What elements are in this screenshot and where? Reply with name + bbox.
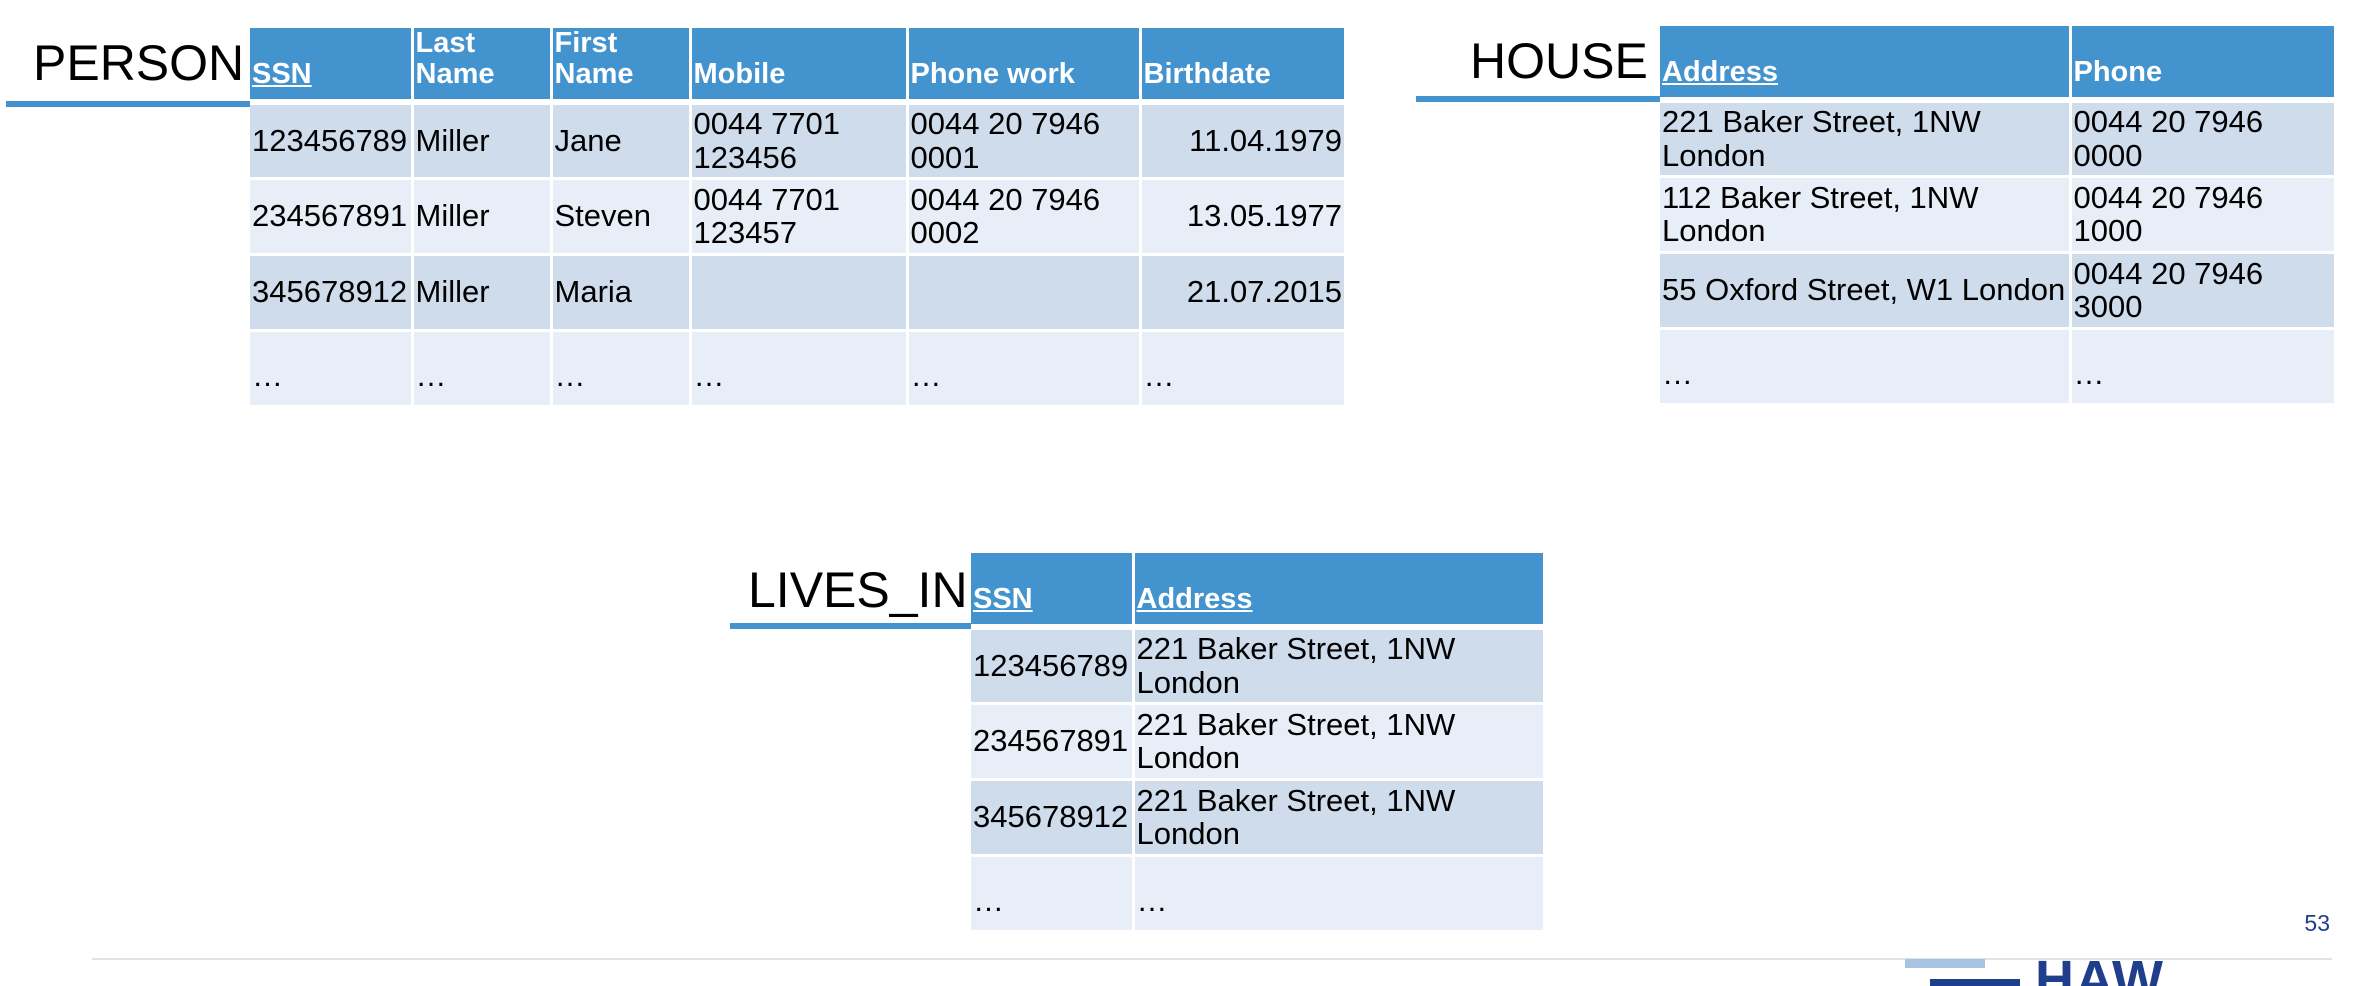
lives-in-cell: … [971,855,1135,933]
lives-in-table: SSN Address 123456789 221 Baker Street, … [971,553,1543,933]
lives-in-cell: 234567891 [971,703,1135,781]
person-title: PERSON [33,35,245,91]
person-title-rule [6,101,250,107]
person-header-first-name: First Name [551,28,692,105]
lives-in-cell: 221 Baker Street, 1NW London [1133,627,1543,705]
person-cell: Miller [412,102,553,180]
person-cell: … [250,330,414,408]
house-header-phone: Phone [2070,26,2334,103]
lives-in-cell: 221 Baker Street, 1NW London [1133,703,1543,781]
person-cell: 345678912 [250,254,414,332]
house-header-row: Address Phone [1660,26,2334,103]
person-cell: … [907,330,1142,408]
person-cell: Steven [551,178,692,256]
logo-text: HAW [2035,955,2164,986]
person-cell: 21.07.2015 [1140,254,1344,332]
person-cell: 13.05.1977 [1140,178,1344,256]
house-cell: 112 Baker Street, 1NW London [1660,176,2072,254]
person-cell: 0044 20 7946 0001 [907,102,1142,180]
person-cell: Maria [551,254,692,332]
house-title-rule [1416,96,1660,102]
house-title: HOUSE [1470,33,1648,89]
person-header-row: SSN Last Name First Name Mobile Phone wo… [250,28,1344,105]
lives-in-header-address: Address [1133,553,1543,630]
house-header-address: Address [1660,26,2072,103]
house-cell: 221 Baker Street, 1NW London [1660,100,2072,178]
person-cell: Jane [551,102,692,180]
person-cell: … [1140,330,1344,408]
lives-in-title: LIVES_IN [748,562,968,618]
house-table: Address Phone 221 Baker Street, 1NW Lond… [1660,26,2334,406]
table-row: … … [971,855,1543,933]
table-row: 221 Baker Street, 1NW London 0044 20 794… [1660,100,2334,178]
lives-in-cell: 221 Baker Street, 1NW London [1133,779,1543,857]
person-cell: 123456789 [250,102,414,180]
person-header-birthdate: Birthdate [1140,28,1344,105]
person-cell: Miller [412,254,553,332]
person-cell: … [690,330,909,408]
house-cell: … [2070,328,2334,406]
lives-in-cell: 345678912 [971,779,1135,857]
person-header-phone-work: Phone work [907,28,1142,105]
table-row: 123456789 221 Baker Street, 1NW London [971,627,1543,705]
haw-logo: HAW [1905,955,2185,986]
house-cell: 55 Oxford Street, W1 London [1660,252,2072,330]
table-row: 123456789 Miller Jane 0044 7701 123456 0… [250,102,1344,180]
table-row: 345678912 Miller Maria 21.07.2015 [250,254,1344,332]
house-cell: 0044 20 7946 1000 [2070,176,2334,254]
lives-in-cell: … [1133,855,1543,933]
person-cell [907,254,1142,332]
lives-in-title-rule [730,623,971,629]
table-row: 234567891 Miller Steven 0044 7701 123457… [250,178,1344,256]
house-cell: 0044 20 7946 3000 [2070,252,2334,330]
lives-in-header-row: SSN Address [971,553,1543,630]
lives-in-header-ssn: SSN [971,553,1135,630]
person-header-last-name: Last Name [412,28,553,105]
person-header-mobile: Mobile [690,28,909,105]
lives-in-cell: 123456789 [971,627,1135,705]
slide: PERSON SSN Last Name First Name Mobile P… [0,0,2370,986]
table-row: 55 Oxford Street, W1 London 0044 20 7946… [1660,252,2334,330]
house-cell: … [1660,328,2072,406]
table-row: 234567891 221 Baker Street, 1NW London [971,703,1543,781]
table-row: 112 Baker Street, 1NW London 0044 20 794… [1660,176,2334,254]
logo-bar-light [1905,959,1985,968]
person-cell [690,254,909,332]
table-row: 345678912 221 Baker Street, 1NW London [971,779,1543,857]
person-cell: 234567891 [250,178,414,256]
table-row: … … … … … … [250,330,1344,408]
house-cell: 0044 20 7946 0000 [2070,100,2334,178]
person-header-ssn: SSN [250,28,414,105]
person-cell: 11.04.1979 [1140,102,1344,180]
table-row: … … [1660,328,2334,406]
person-cell: 0044 7701 123456 [690,102,909,180]
person-cell: 0044 7701 123457 [690,178,909,256]
person-cell: 0044 20 7946 0002 [907,178,1142,256]
person-table: SSN Last Name First Name Mobile Phone wo… [250,28,1344,408]
page-number: 53 [2304,910,2330,936]
logo-bar-dark [1930,979,2020,986]
person-cell: … [551,330,692,408]
person-cell: Miller [412,178,553,256]
person-cell: … [412,330,553,408]
